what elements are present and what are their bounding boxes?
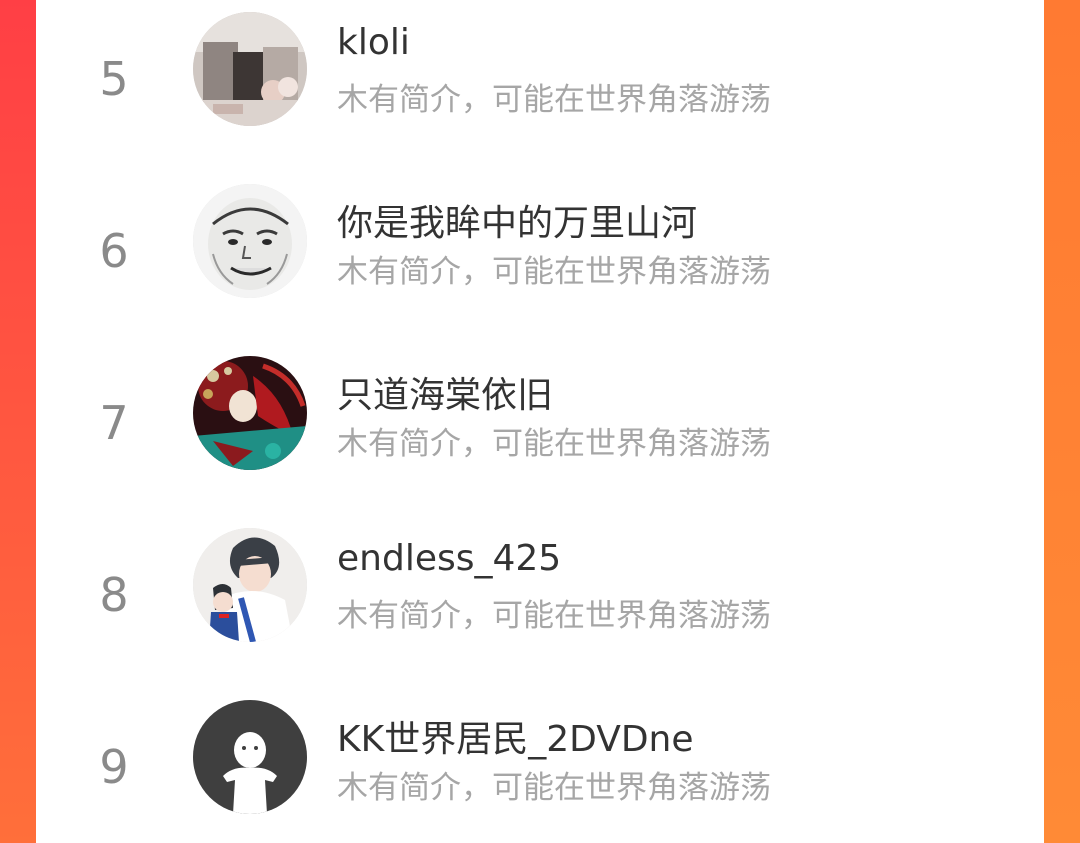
- list-item[interactable]: 9 KK世界居民_2DVDne 木有简介，可能在世界角落游荡: [36, 688, 1044, 843]
- rank-number: 7: [99, 396, 129, 450]
- username[interactable]: 你是我眸中的万里山河: [337, 194, 697, 246]
- ranking-card: 5 kloli 木有简介，可能在世界角落游荡 6 你是我眸中的万里山河 木有简介…: [36, 0, 1044, 843]
- opera-art-avatar-icon[interactable]: [193, 356, 307, 470]
- user-bio: 木有简介，可能在世界角落游荡: [337, 254, 771, 290]
- right-border: [1044, 0, 1080, 843]
- app-background: 5 kloli 木有简介，可能在世界角落游荡 6 你是我眸中的万里山河 木有简介…: [0, 0, 1080, 843]
- list-item[interactable]: 5 kloli 木有简介，可能在世界角落游荡: [36, 0, 1044, 172]
- user-bio: 木有简介，可能在世界角落游荡: [337, 426, 771, 462]
- anime-avatar-icon[interactable]: [193, 528, 307, 642]
- rank-number: 9: [99, 740, 129, 794]
- rank-number: 5: [99, 52, 129, 106]
- default-avatar-icon[interactable]: [193, 700, 307, 814]
- username[interactable]: KK世界居民_2DVDne: [337, 710, 694, 762]
- user-bio: 木有简介，可能在世界角落游荡: [337, 770, 771, 806]
- username[interactable]: kloli: [337, 22, 410, 63]
- user-bio: 木有简介，可能在世界角落游荡: [337, 598, 771, 634]
- rank-number: 8: [99, 568, 129, 622]
- list-item[interactable]: 8 endless_425 木有简介，可能在世界角落游荡: [36, 516, 1044, 688]
- rank-number: 6: [99, 224, 129, 278]
- user-bio: 木有简介，可能在世界角落游荡: [337, 82, 771, 118]
- username[interactable]: endless_425: [337, 538, 561, 579]
- left-border: [0, 0, 36, 843]
- username[interactable]: 只道海棠依旧: [337, 366, 553, 418]
- list-item[interactable]: 6 你是我眸中的万里山河 木有简介，可能在世界角落游荡: [36, 172, 1044, 344]
- photo-avatar-icon[interactable]: [193, 12, 307, 126]
- list-item[interactable]: 7 只道海棠依旧 木有简介，可能在世界角落游荡: [36, 344, 1044, 516]
- meme-face-avatar-icon[interactable]: [193, 184, 307, 298]
